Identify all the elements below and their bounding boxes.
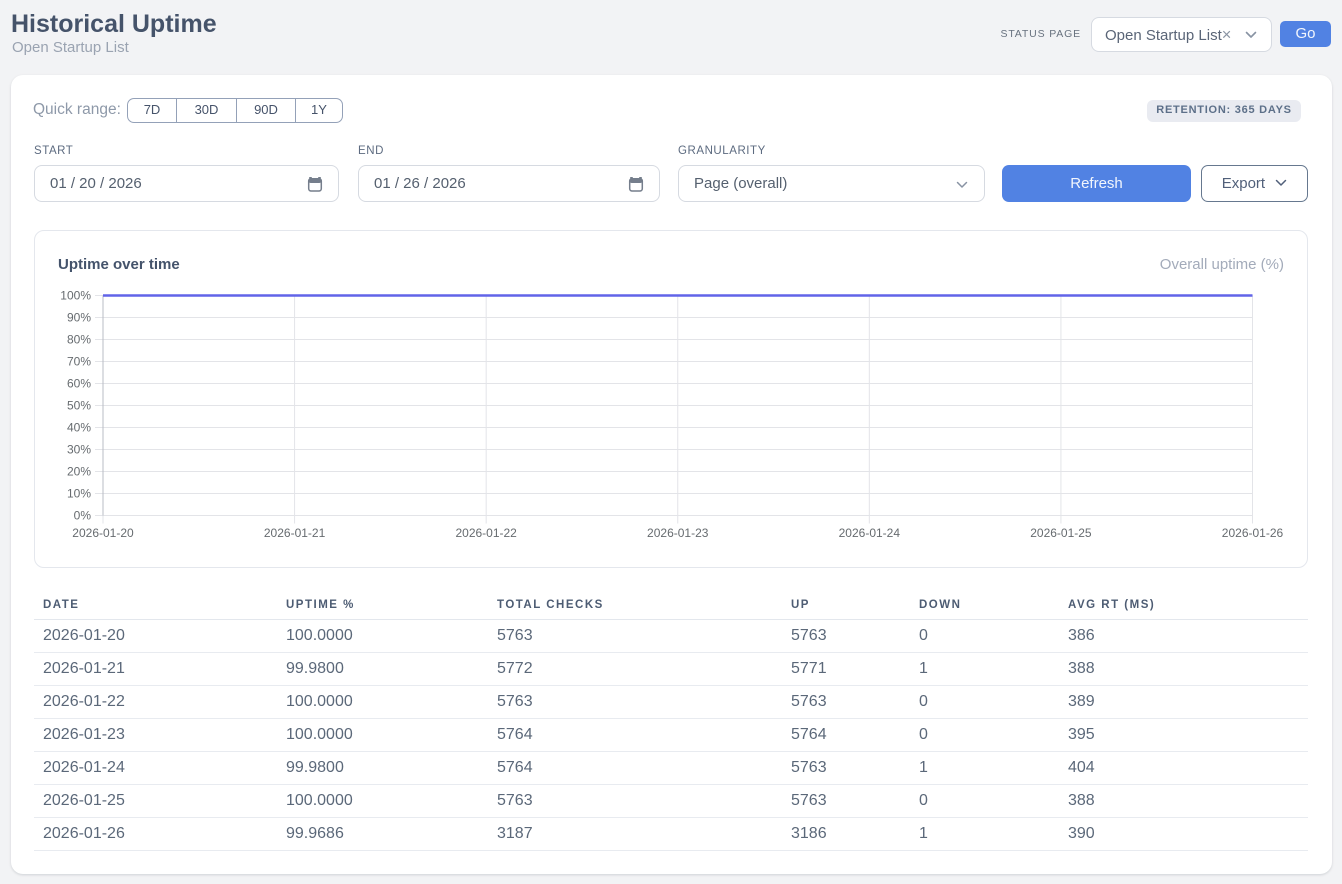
svg-text:2026-01-25: 2026-01-25 <box>1030 526 1092 540</box>
svg-text:2026-01-23: 2026-01-23 <box>647 526 709 540</box>
svg-text:80%: 80% <box>67 333 91 347</box>
svg-text:20%: 20% <box>67 465 91 479</box>
svg-text:0%: 0% <box>74 509 92 523</box>
svg-text:2026-01-20: 2026-01-20 <box>72 526 134 540</box>
svg-text:2026-01-22: 2026-01-22 <box>455 526 517 540</box>
svg-text:2026-01-26: 2026-01-26 <box>1222 526 1284 540</box>
svg-text:2026-01-24: 2026-01-24 <box>839 526 901 540</box>
svg-text:70%: 70% <box>67 355 91 369</box>
svg-text:40%: 40% <box>67 421 91 435</box>
svg-text:2026-01-21: 2026-01-21 <box>264 526 326 540</box>
svg-text:10%: 10% <box>67 487 91 501</box>
svg-text:90%: 90% <box>67 311 91 325</box>
svg-text:50%: 50% <box>67 399 91 413</box>
svg-text:60%: 60% <box>67 377 91 391</box>
svg-text:100%: 100% <box>60 289 91 303</box>
svg-text:30%: 30% <box>67 443 91 457</box>
